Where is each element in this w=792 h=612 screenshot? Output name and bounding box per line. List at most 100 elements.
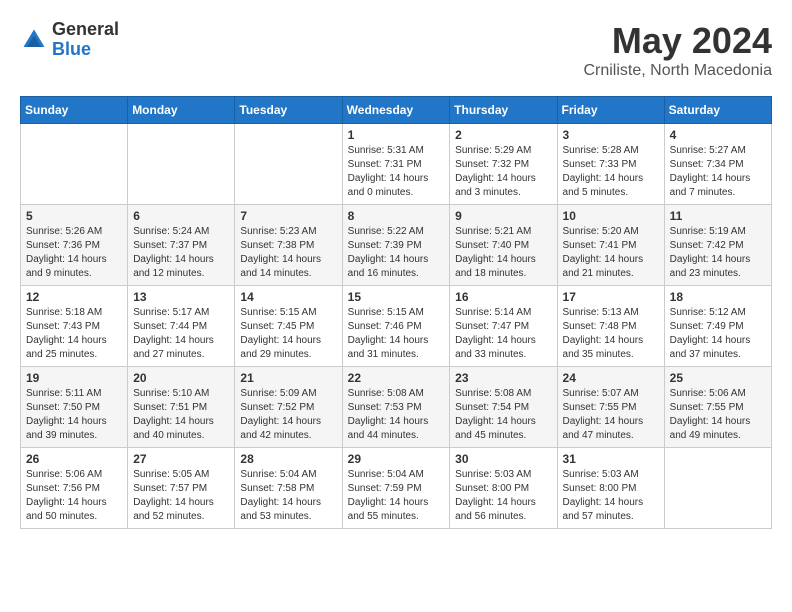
day-number: 16	[455, 290, 551, 304]
day-number: 9	[455, 209, 551, 223]
day-info: Sunrise: 5:29 AM Sunset: 7:32 PM Dayligh…	[455, 144, 551, 200]
day-number: 17	[563, 290, 659, 304]
calendar-cell: 28Sunrise: 5:04 AM Sunset: 7:58 PM Dayli…	[235, 448, 342, 529]
day-number: 21	[240, 371, 336, 385]
day-number: 10	[563, 209, 659, 223]
day-info: Sunrise: 5:06 AM Sunset: 7:55 PM Dayligh…	[670, 387, 766, 443]
day-info: Sunrise: 5:15 AM Sunset: 7:46 PM Dayligh…	[348, 306, 445, 362]
day-number: 15	[348, 290, 445, 304]
day-info: Sunrise: 5:26 AM Sunset: 7:36 PM Dayligh…	[26, 225, 122, 281]
day-number: 7	[240, 209, 336, 223]
calendar-cell: 22Sunrise: 5:08 AM Sunset: 7:53 PM Dayli…	[342, 367, 450, 448]
calendar-cell: 26Sunrise: 5:06 AM Sunset: 7:56 PM Dayli…	[21, 448, 128, 529]
day-number: 12	[26, 290, 122, 304]
day-info: Sunrise: 5:13 AM Sunset: 7:48 PM Dayligh…	[563, 306, 659, 362]
day-info: Sunrise: 5:27 AM Sunset: 7:34 PM Dayligh…	[670, 144, 766, 200]
calendar-cell: 2 Sunrise: 5:29 AM Sunset: 7:32 PM Daylig…	[450, 124, 557, 205]
calendar-body: 1 Sunrise: 5:31 AM Sunset: 7:31 PM Daylig…	[21, 124, 772, 529]
day-number: 25	[670, 371, 766, 385]
calendar-cell: 3 Sunrise: 5:28 AM Sunset: 7:33 PM Daylig…	[557, 124, 664, 205]
calendar-cell: 25 Sunrise: 5:06 AM Sunset: 7:55 PM Dayli…	[664, 367, 771, 448]
day-number: 3	[563, 128, 659, 142]
day-info: Sunrise: 5:12 AM Sunset: 7:49 PM Dayligh…	[670, 306, 766, 362]
day-number: 14	[240, 290, 336, 304]
day-number: 27	[133, 452, 229, 466]
col-sunday: Sunday	[21, 97, 128, 124]
day-number: 13	[133, 290, 229, 304]
day-number: 24	[563, 371, 659, 385]
calendar-cell: 9 Sunrise: 5:21 AM Sunset: 7:40 PM Daylig…	[450, 205, 557, 286]
calendar-cell: 15 Sunrise: 5:15 AM Sunset: 7:46 PM Dayli…	[342, 286, 450, 367]
calendar-cell: 21Sunrise: 5:09 AM Sunset: 7:52 PM Dayli…	[235, 367, 342, 448]
month-year: May 2024	[583, 20, 772, 62]
header: General Blue May 2024 Crniliste, North M…	[20, 20, 772, 80]
day-number: 31	[563, 452, 659, 466]
calendar-cell: 18Sunrise: 5:12 AM Sunset: 7:49 PM Dayli…	[664, 286, 771, 367]
day-number: 20	[133, 371, 229, 385]
calendar-table: Sunday Monday Tuesday Wednesday Thursday…	[20, 96, 772, 529]
calendar-cell: 23Sunrise: 5:08 AM Sunset: 7:54 PM Dayli…	[450, 367, 557, 448]
calendar-page: General Blue May 2024 Crniliste, North M…	[0, 0, 792, 539]
day-info: Sunrise: 5:22 AM Sunset: 7:39 PM Dayligh…	[348, 225, 445, 281]
calendar-cell: 24 Sunrise: 5:07 AM Sunset: 7:55 PM Dayli…	[557, 367, 664, 448]
calendar-cell	[664, 448, 771, 529]
logo: General Blue	[20, 20, 119, 60]
day-number: 28	[240, 452, 336, 466]
day-info: Sunrise: 5:23 AM Sunset: 7:38 PM Dayligh…	[240, 225, 336, 281]
day-number: 2	[455, 128, 551, 142]
col-wednesday: Wednesday	[342, 97, 450, 124]
calendar-cell: 30 Sunrise: 5:03 AM Sunset: 8:00 PM Dayli…	[450, 448, 557, 529]
day-number: 19	[26, 371, 122, 385]
day-number: 1	[348, 128, 445, 142]
day-info: Sunrise: 5:19 AM Sunset: 7:42 PM Dayligh…	[670, 225, 766, 281]
day-info: Sunrise: 5:28 AM Sunset: 7:33 PM Dayligh…	[563, 144, 659, 200]
day-number: 8	[348, 209, 445, 223]
day-info: Sunrise: 5:07 AM Sunset: 7:55 PM Dayligh…	[563, 387, 659, 443]
calendar-cell: 31Sunrise: 5:03 AM Sunset: 8:00 PM Dayli…	[557, 448, 664, 529]
col-tuesday: Tuesday	[235, 97, 342, 124]
day-info: Sunrise: 5:24 AM Sunset: 7:37 PM Dayligh…	[133, 225, 229, 281]
day-info: Sunrise: 5:15 AM Sunset: 7:45 PM Dayligh…	[240, 306, 336, 362]
day-info: Sunrise: 5:31 AM Sunset: 7:31 PM Dayligh…	[348, 144, 445, 200]
day-number: 4	[670, 128, 766, 142]
day-info: Sunrise: 5:21 AM Sunset: 7:40 PM Dayligh…	[455, 225, 551, 281]
day-info: Sunrise: 5:10 AM Sunset: 7:51 PM Dayligh…	[133, 387, 229, 443]
day-info: Sunrise: 5:08 AM Sunset: 7:53 PM Dayligh…	[348, 387, 445, 443]
day-number: 11	[670, 209, 766, 223]
calendar-cell: 27 Sunrise: 5:05 AM Sunset: 7:57 PM Dayli…	[128, 448, 235, 529]
calendar-cell: 1 Sunrise: 5:31 AM Sunset: 7:31 PM Daylig…	[342, 124, 450, 205]
day-info: Sunrise: 5:11 AM Sunset: 7:50 PM Dayligh…	[26, 387, 122, 443]
col-saturday: Saturday	[664, 97, 771, 124]
calendar-cell: 19 Sunrise: 5:11 AM Sunset: 7:50 PM Dayli…	[21, 367, 128, 448]
calendar-week-5: 26Sunrise: 5:06 AM Sunset: 7:56 PM Dayli…	[21, 448, 772, 529]
col-thursday: Thursday	[450, 97, 557, 124]
location: Crniliste, North Macedonia	[583, 62, 772, 80]
calendar-week-4: 19 Sunrise: 5:11 AM Sunset: 7:50 PM Dayli…	[21, 367, 772, 448]
calendar-cell	[128, 124, 235, 205]
calendar-cell: 17 Sunrise: 5:13 AM Sunset: 7:48 PM Dayli…	[557, 286, 664, 367]
col-monday: Monday	[128, 97, 235, 124]
day-number: 6	[133, 209, 229, 223]
calendar-week-1: 1 Sunrise: 5:31 AM Sunset: 7:31 PM Daylig…	[21, 124, 772, 205]
calendar-cell: 13 Sunrise: 5:17 AM Sunset: 7:44 PM Dayli…	[128, 286, 235, 367]
calendar-cell: 4 Sunrise: 5:27 AM Sunset: 7:34 PM Daylig…	[664, 124, 771, 205]
day-number: 26	[26, 452, 122, 466]
calendar-cell: 5Sunrise: 5:26 AM Sunset: 7:36 PM Daylig…	[21, 205, 128, 286]
day-info: Sunrise: 5:04 AM Sunset: 7:59 PM Dayligh…	[348, 468, 445, 524]
day-info: Sunrise: 5:03 AM Sunset: 8:00 PM Dayligh…	[455, 468, 551, 524]
logo-text: General Blue	[52, 20, 119, 60]
calendar-cell: 29Sunrise: 5:04 AM Sunset: 7:59 PM Dayli…	[342, 448, 450, 529]
logo-blue: Blue	[52, 40, 119, 60]
day-info: Sunrise: 5:08 AM Sunset: 7:54 PM Dayligh…	[455, 387, 551, 443]
day-info: Sunrise: 5:17 AM Sunset: 7:44 PM Dayligh…	[133, 306, 229, 362]
day-info: Sunrise: 5:05 AM Sunset: 7:57 PM Dayligh…	[133, 468, 229, 524]
calendar-cell: 14 Sunrise: 5:15 AM Sunset: 7:45 PM Dayli…	[235, 286, 342, 367]
title-block: May 2024 Crniliste, North Macedonia	[583, 20, 772, 80]
logo-general: General	[52, 20, 119, 40]
day-info: Sunrise: 5:18 AM Sunset: 7:43 PM Dayligh…	[26, 306, 122, 362]
calendar-week-3: 12 Sunrise: 5:18 AM Sunset: 7:43 PM Dayli…	[21, 286, 772, 367]
day-number: 30	[455, 452, 551, 466]
col-friday: Friday	[557, 97, 664, 124]
header-row: Sunday Monday Tuesday Wednesday Thursday…	[21, 97, 772, 124]
day-info: Sunrise: 5:20 AM Sunset: 7:41 PM Dayligh…	[563, 225, 659, 281]
